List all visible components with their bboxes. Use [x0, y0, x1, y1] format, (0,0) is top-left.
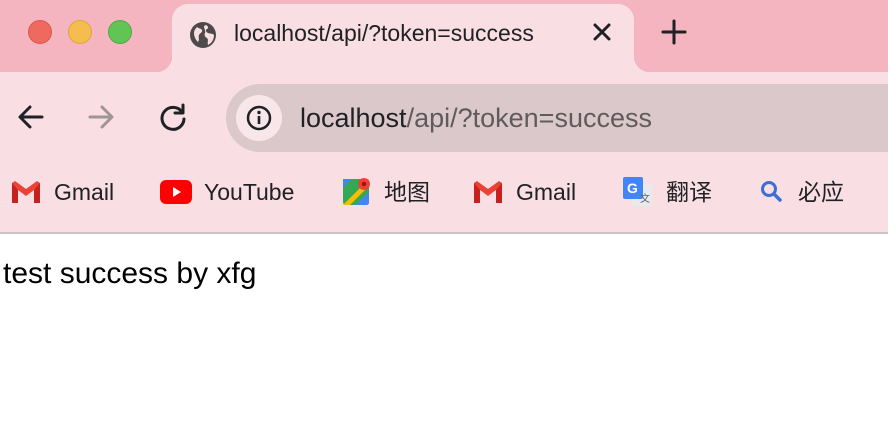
page-content: test success by xfg — [0, 234, 888, 432]
tab-strip: localhost/api/?token=success — [0, 0, 888, 72]
window-maximize-button[interactable] — [108, 20, 132, 44]
url-text[interactable]: localhost/api/?token=success — [300, 102, 652, 134]
reload-icon[interactable] — [158, 102, 188, 132]
bookmark-label: 地图 — [384, 179, 430, 205]
bookmark-label: 必应 — [798, 179, 844, 205]
bookmark-gmail[interactable]: Gmail — [10, 164, 130, 220]
bookmark-label: Gmail — [516, 179, 577, 205]
arrow-left-icon[interactable] — [16, 102, 46, 132]
svg-text:G: G — [627, 180, 638, 196]
youtube-icon — [160, 180, 192, 204]
url-host: localhost — [300, 103, 407, 133]
svg-text:文: 文 — [640, 192, 650, 205]
page-body-text: test success by xfg — [3, 257, 257, 290]
bookmark-gmail[interactable]: Gmail — [472, 164, 592, 220]
tab-title: localhost/api/?token=success — [234, 20, 534, 46]
globe-icon — [190, 22, 216, 48]
info-icon — [246, 105, 272, 131]
bookmark-bing[interactable]: 必应 — [760, 164, 860, 220]
window-minimize-button[interactable] — [68, 20, 92, 44]
bookmark-translate[interactable]: G 文 翻译 — [622, 164, 722, 220]
gmail-icon — [474, 181, 502, 203]
bookmark-label: 翻译 — [666, 179, 712, 205]
gmail-icon — [12, 181, 40, 203]
bookmark-label: Gmail — [54, 179, 115, 205]
bookmark-label: YouTube — [204, 179, 295, 205]
bookmark-youtube[interactable]: YouTube — [160, 164, 310, 220]
toolbar: localhost/api/?token=success — [0, 72, 888, 164]
bookmark-maps[interactable]: 地图 — [342, 164, 442, 220]
close-icon[interactable] — [592, 22, 612, 42]
address-bar[interactable]: localhost/api/?token=success — [226, 84, 888, 152]
arrow-right-icon[interactable] — [86, 102, 116, 132]
site-info-button[interactable] — [236, 95, 282, 141]
window-close-button[interactable] — [28, 20, 52, 44]
plus-icon[interactable] — [660, 18, 688, 46]
url-path: /api/?token=success — [406, 103, 652, 133]
active-tab[interactable]: localhost/api/?token=success — [156, 4, 650, 72]
maps-icon — [343, 178, 370, 205]
search-icon — [761, 181, 782, 202]
translate-icon: G 文 — [623, 177, 652, 206]
bookmarks-bar: Gmail YouTube 地图 Gmail G 文 翻译 必应 — [0, 164, 888, 234]
